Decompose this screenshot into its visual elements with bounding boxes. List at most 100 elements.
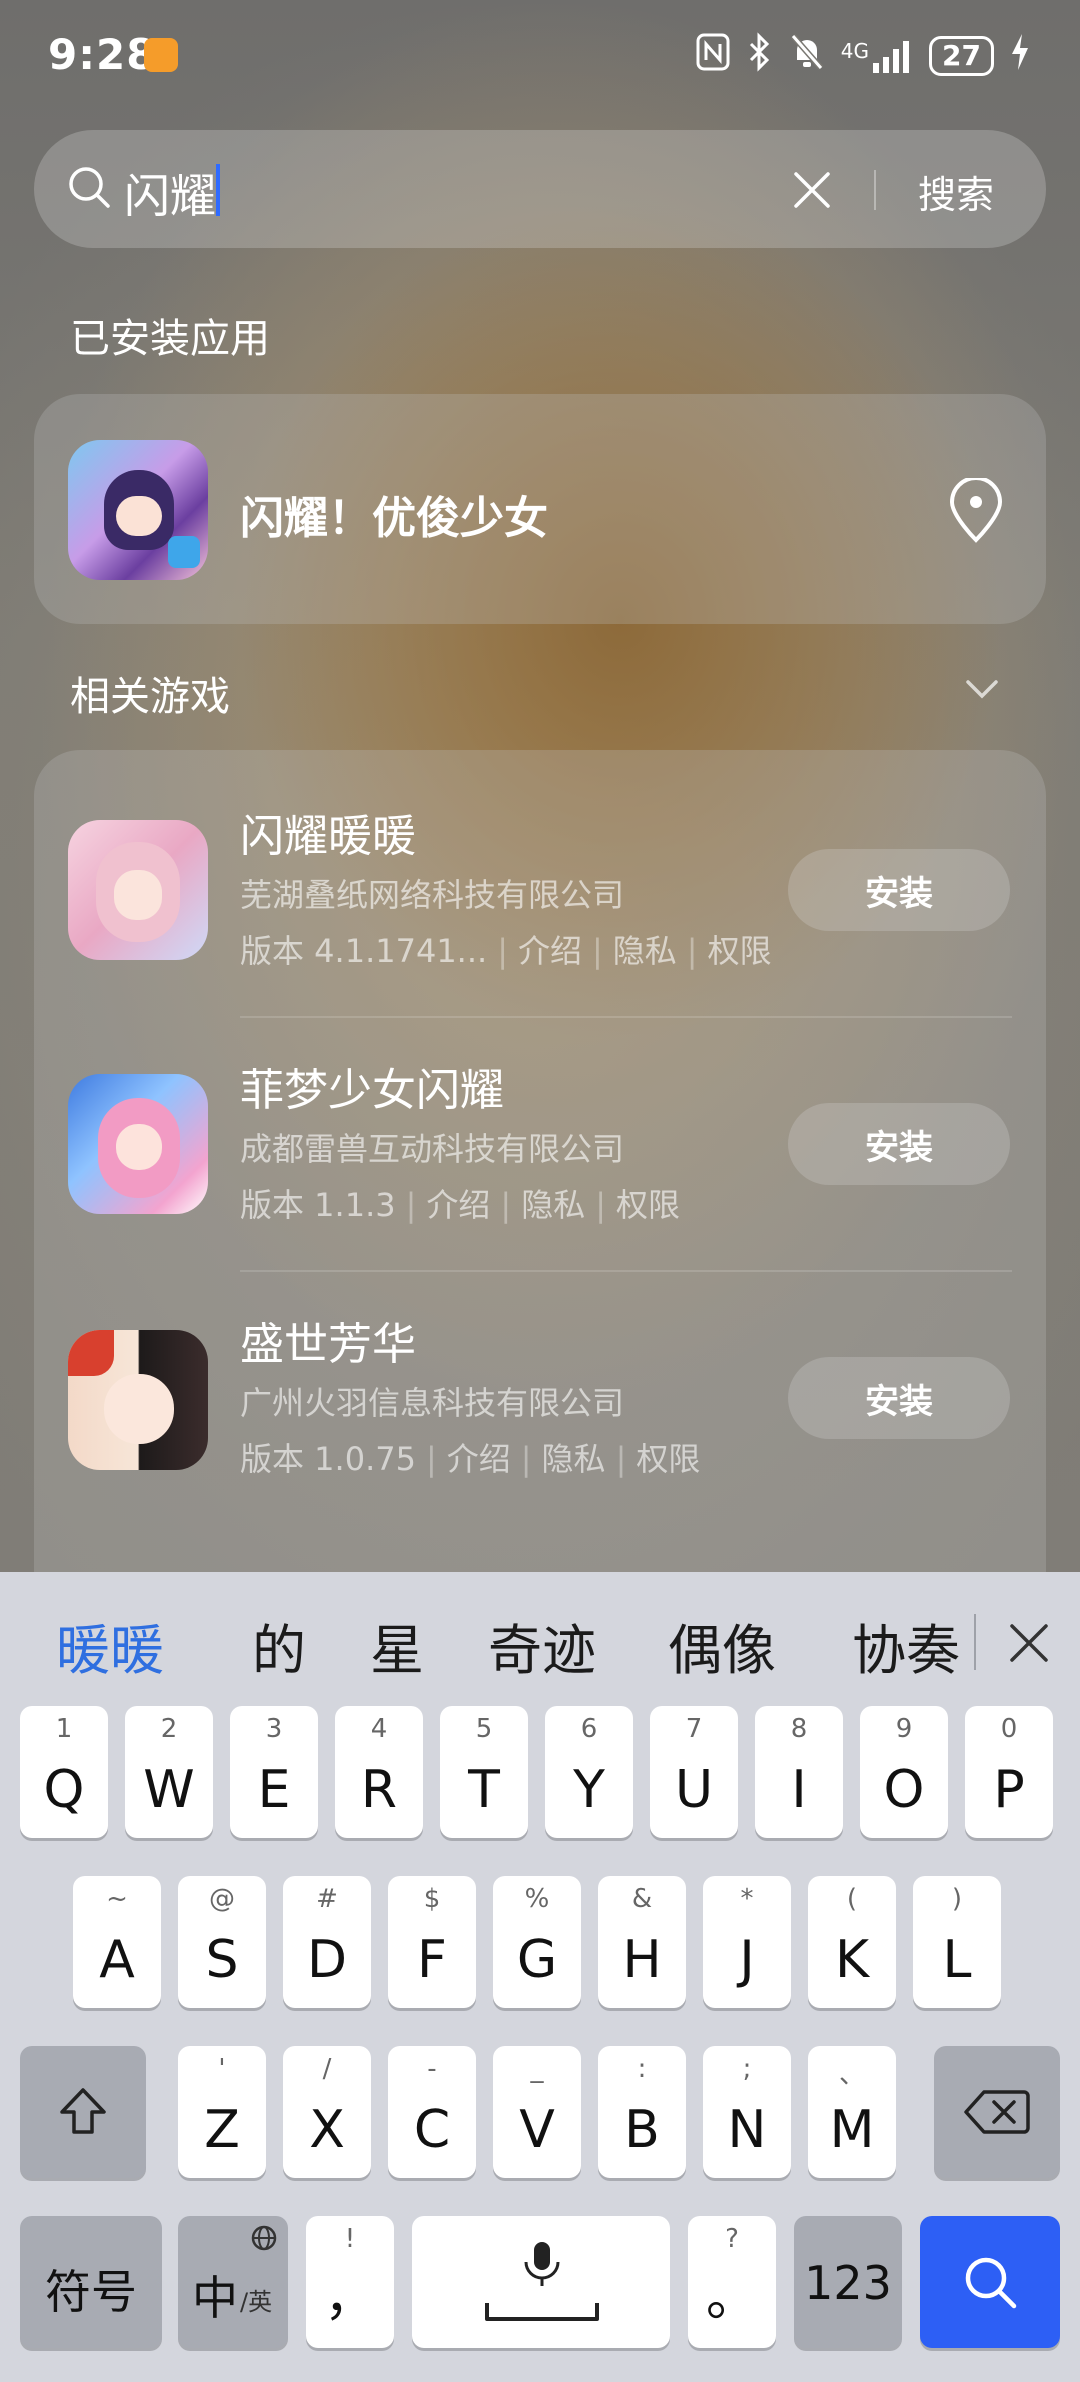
related-section-title: 相关游戏 [70, 674, 230, 720]
key-sub: 9 [895, 1714, 913, 1744]
key-r[interactable]: 4R [335, 1706, 423, 1838]
search-button[interactable]: 搜索 [918, 164, 994, 219]
key-f[interactable]: $ F [388, 1876, 476, 2008]
number-mode-key[interactable]: 123 [794, 2216, 902, 2348]
intro-link[interactable]: 介绍 [426, 1186, 490, 1224]
key-main: ， [323, 2268, 376, 2328]
game-developer: 广州火羽信息科技有限公司 [240, 1384, 625, 1422]
game-name[interactable]: 菲梦少女闪耀 [240, 1054, 504, 1118]
key-m[interactable]: 、 M [808, 2046, 896, 2178]
shift-key[interactable] [20, 2046, 146, 2178]
key-z[interactable]: ' Z [178, 2046, 266, 2178]
game-icon [68, 1074, 208, 1214]
intro-link[interactable]: 介绍 [447, 1440, 511, 1478]
key-main: K [834, 1930, 870, 1990]
key-k[interactable]: (K [808, 1876, 896, 2008]
candidate-word[interactable]: 星 [370, 1606, 424, 1685]
key-sub: ' [218, 2054, 226, 2084]
key-main: A [99, 1930, 135, 1990]
key-x[interactable]: / X [283, 2046, 371, 2178]
key-main: Y [573, 1760, 605, 1820]
key-q[interactable]: 1Q [20, 1706, 108, 1838]
key-a[interactable]: ~ A [73, 1876, 161, 2008]
microphone-icon [522, 2240, 562, 2294]
key-v[interactable]: _ V [493, 2046, 581, 2178]
game-icon [68, 820, 208, 960]
key-main: M [829, 2100, 875, 2160]
key-o[interactable]: 9O [860, 1706, 948, 1838]
candidate-word[interactable]: 偶像 [668, 1606, 776, 1685]
key-c[interactable]: -C [388, 2046, 476, 2178]
key-sub: * [740, 1884, 754, 1914]
game-meta: 版本 1.1.3 | 介绍 | 隐私 | 权限 [240, 1186, 680, 1224]
key-y[interactable]: 6Y [545, 1706, 633, 1838]
key-b[interactable]: :B [598, 2046, 686, 2178]
candidate-word[interactable]: 协奏 [852, 1606, 960, 1685]
clear-icon[interactable] [792, 170, 832, 210]
key-sub: 1 [55, 1714, 73, 1744]
search-input[interactable]: 闪耀 [124, 160, 216, 226]
key-main: V [519, 2100, 555, 2160]
key-sub: # [316, 1884, 338, 1914]
globe-icon [250, 2224, 278, 2256]
key-sub: 5 [475, 1714, 493, 1744]
key-main: Z [204, 2100, 240, 2160]
space-bar-icon [484, 2300, 600, 2326]
install-button[interactable]: 安装 [788, 1103, 1010, 1185]
period-key[interactable]: ?。 [688, 2216, 776, 2348]
permissions-link[interactable]: 权限 [708, 932, 772, 970]
lang-label-main: 中 [192, 2271, 238, 2325]
install-button[interactable]: 安装 [788, 849, 1010, 931]
language-switch-key[interactable]: 中 /英 [178, 2216, 288, 2348]
search-submit-key[interactable] [920, 2216, 1060, 2348]
game-name[interactable]: 闪耀暖暖 [240, 800, 416, 864]
backspace-key[interactable] [934, 2046, 1060, 2178]
key-n[interactable]: ; N [703, 2046, 791, 2178]
key-d[interactable]: # D [283, 1876, 371, 2008]
key-main: N [727, 2100, 767, 2160]
game-name[interactable]: 盛世芳华 [240, 1308, 416, 1372]
symbols-key[interactable]: 符号 [20, 2216, 162, 2348]
key-u[interactable]: 7U [650, 1706, 738, 1838]
key-sub: 6 [580, 1714, 598, 1744]
collapse-candidates-icon[interactable] [1004, 1618, 1054, 1668]
key-sub: ! [344, 2224, 356, 2254]
location-pin-icon[interactable] [946, 476, 1006, 544]
game-version: 版本 4.1.1741... [240, 932, 488, 970]
key-main: P [993, 1760, 1025, 1820]
key-p[interactable]: 0P [965, 1706, 1053, 1838]
key-s[interactable]: @ S [178, 1876, 266, 2008]
key-main: X [309, 2100, 345, 2160]
search-icon [960, 2252, 1020, 2316]
candidate-word[interactable]: 暖暖 [56, 1606, 164, 1685]
key-e[interactable]: 3E [230, 1706, 318, 1838]
candidate-word[interactable]: 奇迹 [488, 1606, 596, 1685]
privacy-link[interactable]: 隐私 [542, 1440, 606, 1478]
key-j[interactable]: * J [703, 1876, 791, 2008]
charging-icon [1010, 32, 1030, 80]
key-main: H [622, 1930, 662, 1990]
privacy-link[interactable]: 隐私 [613, 932, 677, 970]
key-l[interactable]: ) L [913, 1876, 1001, 2008]
permissions-link[interactable]: 权限 [616, 1186, 680, 1224]
key-g[interactable]: % G [493, 1876, 581, 2008]
key-main: S [205, 1930, 239, 1990]
space-key[interactable] [412, 2216, 670, 2348]
key-w[interactable]: 2W [125, 1706, 213, 1838]
status-icons: 4G 27 [695, 28, 1030, 84]
install-button[interactable]: 安装 [788, 1357, 1010, 1439]
key-sub: % [524, 1884, 550, 1914]
candidate-word[interactable]: 的 [252, 1606, 306, 1685]
key-t[interactable]: 5T [440, 1706, 528, 1838]
permissions-link[interactable]: 权限 [636, 1440, 700, 1478]
privacy-link[interactable]: 隐私 [521, 1186, 585, 1224]
key-i[interactable]: 8I [755, 1706, 843, 1838]
key-h[interactable]: & H [598, 1876, 686, 2008]
key-main: L [942, 1930, 972, 1990]
mute-bell-icon [789, 32, 825, 80]
chevron-down-icon[interactable] [962, 674, 1002, 704]
row-divider [240, 1270, 1012, 1272]
intro-link[interactable]: 介绍 [518, 932, 582, 970]
row-divider [240, 1016, 1012, 1018]
comma-key[interactable]: !， [306, 2216, 394, 2348]
